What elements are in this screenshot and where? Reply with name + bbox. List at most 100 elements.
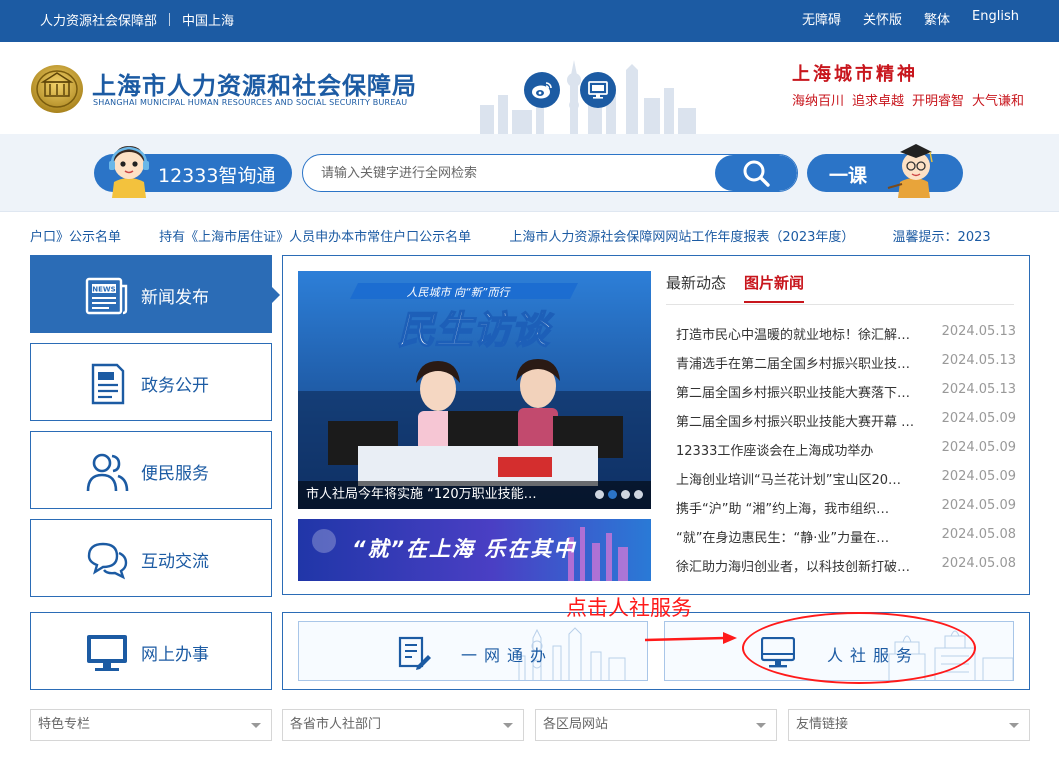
nav-government-affairs[interactable]: 政务公开 bbox=[30, 343, 272, 421]
computer-icon bbox=[761, 637, 795, 668]
china-shanghai-link[interactable]: 中国上海 bbox=[182, 10, 234, 29]
news-item[interactable]: 携手“沪”助 “湘”约上海，我市组织… 2024.05.09 bbox=[676, 498, 1016, 527]
news-title: “就”在身边惠民生：“静·业”力量在… bbox=[676, 531, 890, 546]
chevron-down-icon bbox=[251, 723, 261, 728]
news-item[interactable]: 第二届全国乡村振兴职业技能大赛开幕 … 2024.05.09 bbox=[676, 411, 1016, 440]
chat-bubbles-icon bbox=[87, 542, 128, 580]
traditional-chinese-link[interactable]: 繁体 bbox=[924, 9, 950, 28]
nav-label: 政务公开 bbox=[141, 376, 209, 396]
form-edit-icon bbox=[398, 636, 431, 670]
document-icon bbox=[91, 363, 125, 405]
news-date: 2024.05.08 bbox=[941, 527, 1016, 542]
smart-assistant-label: 12333智询通 bbox=[158, 165, 276, 187]
ticker-item[interactable]: 持有《上海市居住证》人员申办本市常住户口公示名单 bbox=[159, 230, 471, 245]
news-item[interactable]: 上海创业培训“马兰花计划”宝山区20… 2024.05.09 bbox=[676, 469, 1016, 498]
nav-news-release[interactable]: NEWS 新闻发布 bbox=[30, 255, 280, 333]
carousel-dot[interactable] bbox=[621, 490, 630, 499]
annotation-arrow-icon bbox=[645, 632, 737, 644]
news-item[interactable]: 12333工作座谈会在上海成功举办 2024.05.09 bbox=[676, 440, 1016, 469]
news-item[interactable]: 第二届全国乡村振兴职业技能大赛落下… 2024.05.13 bbox=[676, 382, 1016, 411]
one-course-label: 一课 bbox=[829, 165, 868, 187]
search-input[interactable] bbox=[321, 155, 711, 191]
bureau-title[interactable]: 上海市人力资源和社会保障局 bbox=[92, 66, 417, 101]
tab-latest[interactable]: 最新动态 bbox=[666, 272, 726, 303]
nav-interaction[interactable]: 互动交流 bbox=[30, 519, 272, 597]
chevron-down-icon bbox=[756, 723, 766, 728]
chevron-down-icon bbox=[503, 723, 513, 728]
site-header: 上海市人力资源和社会保障局 SHANGHAI MUNICIPAL HUMAN R… bbox=[0, 42, 1059, 134]
nav-public-services[interactable]: 便民服务 bbox=[30, 431, 272, 509]
weibo-icon[interactable] bbox=[524, 72, 560, 108]
city-spirit-item: 海纳百川 bbox=[792, 94, 845, 109]
one-network-service-button[interactable]: 一网通办 bbox=[298, 621, 648, 681]
news-item[interactable]: “就”在身边惠民生：“静·业”力量在… 2024.05.08 bbox=[676, 527, 1016, 556]
chevron-down-icon bbox=[1009, 723, 1019, 728]
news-panel: 人民城市 向“新”而行 民生访谈 市人社局今年将实施 “120万职业技能… “就… bbox=[282, 255, 1030, 595]
footer-link-dropdowns: 特色专栏 各省市人社部门 各区局网站 友情链接 bbox=[30, 709, 1030, 741]
news-item[interactable]: 徐汇助力海归创业者，以科技创新打破… 2024.05.08 bbox=[676, 556, 1016, 585]
top-bar-right: 无障碍 关怀版 繁体 English bbox=[802, 9, 1019, 28]
weibo-glyph-icon bbox=[532, 82, 552, 99]
mohrss-link[interactable]: 人力资源社会保障部 bbox=[40, 10, 157, 29]
services-panel: 一网通办 人社服务 bbox=[282, 612, 1030, 690]
employment-slogan: “就”在上海 乐在其中 bbox=[352, 537, 577, 561]
accessibility-link[interactable]: 无障碍 bbox=[802, 9, 841, 28]
news-item[interactable]: 青浦选手在第二届全国乡村振兴职业技… 2024.05.13 bbox=[676, 353, 1016, 382]
news-date: 2024.05.09 bbox=[941, 498, 1016, 513]
carousel-dot[interactable] bbox=[595, 490, 604, 499]
nav-online-services[interactable]: 网上办事 bbox=[30, 612, 272, 690]
friendly-links-dropdown[interactable]: 友情链接 bbox=[788, 709, 1030, 741]
monitor-app-icon[interactable] bbox=[580, 72, 616, 108]
district-sites-dropdown[interactable]: 各区局网站 bbox=[535, 709, 777, 741]
one-network-label: 一网通办 bbox=[461, 646, 554, 665]
ticker-item[interactable]: 上海市人力资源社会保障网网站工作年度报表（2023年度） bbox=[509, 230, 854, 245]
notice-ticker: 户口》公示名单 持有《上海市居住证》人员申办本市常住户口公示名单 上海市人力资源… bbox=[30, 226, 1030, 246]
search-icon bbox=[743, 160, 770, 187]
dropdown-label: 各区局网站 bbox=[543, 717, 609, 732]
people-icon bbox=[86, 453, 129, 492]
monitor-icon bbox=[87, 635, 127, 671]
dropdown-label: 各省市人社部门 bbox=[290, 717, 382, 732]
provincial-departments-dropdown[interactable]: 各省市人社部门 bbox=[282, 709, 524, 741]
teacher-avatar-icon bbox=[887, 144, 933, 198]
city-spirit-list: 海纳百川 追求卓越 开明睿智 大气谦和 bbox=[792, 90, 1024, 109]
news-date: 2024.05.13 bbox=[941, 324, 1016, 339]
hr-social-service-label: 人社服务 bbox=[827, 646, 920, 665]
news-title: 青浦选手在第二届全国乡村振兴职业技… bbox=[676, 357, 911, 372]
news-photo-carousel[interactable]: 人民城市 向“新”而行 民生访谈 市人社局今年将实施 “120万职业技能… bbox=[298, 271, 651, 509]
nav-label: 网上办事 bbox=[141, 645, 209, 665]
bureau-title-en: SHANGHAI MUNICIPAL HUMAN RESOURCES AND S… bbox=[93, 98, 408, 107]
tab-picture-news[interactable]: 图片新闻 bbox=[744, 272, 805, 303]
care-mode-link[interactable]: 关怀版 bbox=[863, 9, 902, 28]
news-item[interactable]: 打造市民心中温暖的就业地标！徐汇解… 2024.05.13 bbox=[676, 324, 1016, 353]
employment-banner[interactable]: “就”在上海 乐在其中 bbox=[298, 519, 651, 581]
news-title: 12333工作座谈会在上海成功举办 bbox=[676, 444, 874, 459]
english-link[interactable]: English bbox=[972, 9, 1019, 28]
news-tabs: 最新动态 图片新闻 bbox=[666, 272, 805, 303]
svg-text:NEWS: NEWS bbox=[92, 286, 115, 294]
dropdown-label: 特色专栏 bbox=[38, 717, 91, 732]
assistant-avatar-icon bbox=[109, 146, 149, 198]
top-bar: 人力资源社会保障部 中国上海 无障碍 关怀版 繁体 English bbox=[0, 0, 1059, 42]
carousel-dot[interactable] bbox=[634, 490, 643, 499]
annotation-text: 点击人社服务 bbox=[566, 596, 692, 620]
site-search bbox=[302, 154, 798, 192]
ticker-item[interactable]: 温馨提示：2023 bbox=[893, 230, 991, 245]
search-button[interactable] bbox=[715, 155, 797, 191]
news-title: 打造市民心中温暖的就业地标！徐汇解… bbox=[676, 328, 911, 343]
news-date: 2024.05.08 bbox=[941, 556, 1016, 571]
ticker-item[interactable]: 户口》公示名单 bbox=[30, 230, 121, 245]
carousel-dot-active[interactable] bbox=[608, 490, 617, 499]
nav-label: 互动交流 bbox=[141, 552, 209, 572]
carousel-dots bbox=[595, 490, 643, 499]
news-title: 携手“沪”助 “湘”约上海，我市组织… bbox=[676, 502, 890, 517]
featured-columns-dropdown[interactable]: 特色专栏 bbox=[30, 709, 272, 741]
news-list: 打造市民心中温暖的就业地标！徐汇解… 2024.05.13 青浦选手在第二届全国乡… bbox=[676, 324, 1016, 585]
news-title: 第二届全国乡村振兴职业技能大赛开幕 … bbox=[676, 415, 915, 430]
city-spirit-title: 上海城市精神 bbox=[792, 64, 918, 85]
monitor-glyph-icon bbox=[588, 81, 608, 99]
photo-tagline: 人民城市 向“新”而行 bbox=[407, 286, 512, 299]
tab-underline bbox=[666, 304, 1014, 305]
bureau-emblem-icon[interactable] bbox=[30, 62, 84, 114]
top-bar-left: 人力资源社会保障部 中国上海 bbox=[40, 10, 234, 29]
